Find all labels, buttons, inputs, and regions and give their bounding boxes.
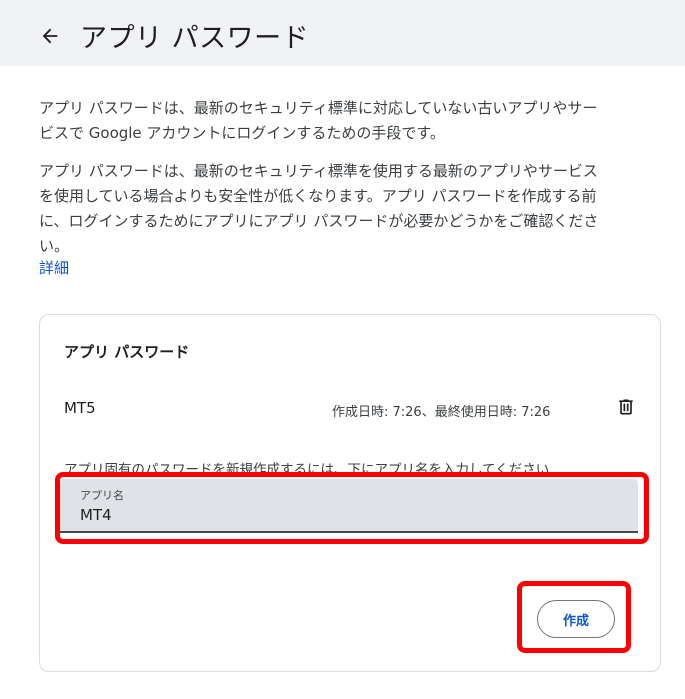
trash-icon: [619, 399, 633, 415]
app-name-field[interactable]: アプリ名: [60, 479, 638, 533]
app-passwords-card: アプリ パスワード MT5 作成日時: 7:26、最終使用日時: 7:26 アプ…: [39, 314, 661, 672]
card-title: アプリ パスワード: [64, 343, 190, 361]
header-bar: アプリ パスワード: [0, 0, 685, 66]
back-button[interactable]: [36, 22, 64, 50]
app-name-label: アプリ名: [80, 489, 124, 502]
create-button[interactable]: 作成: [537, 600, 615, 638]
password-meta: 作成日時: 7:26、最終使用日時: 7:26: [332, 405, 551, 420]
app-name-input[interactable]: [80, 506, 620, 524]
delete-password-button[interactable]: [614, 395, 638, 419]
intro-paragraph-1: アプリ パスワードは、最新のセキュリティ標準に対応していない古いアプリやサービス…: [39, 99, 598, 142]
create-instruction: アプリ固有のパスワードを新規作成するには、下にアプリ名を入力してください...: [64, 462, 563, 478]
learn-more-link[interactable]: 詳細: [39, 257, 69, 278]
page-title: アプリ パスワード: [80, 23, 310, 54]
password-name: MT5: [64, 399, 96, 417]
intro-paragraph-2: アプリ パスワードは、最新のセキュリティ標準を使用する最新のアプリやサービスを使…: [39, 162, 599, 255]
arrow-left-icon: [42, 28, 58, 44]
